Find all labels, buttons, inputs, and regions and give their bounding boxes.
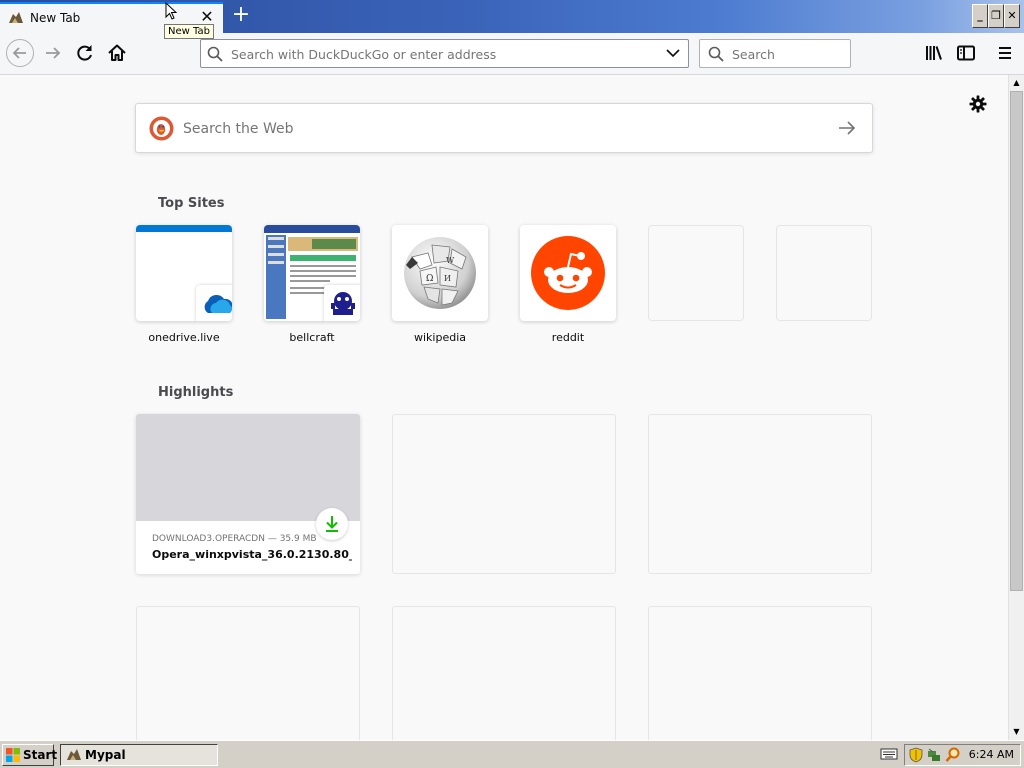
site-tile[interactable] (520, 225, 616, 321)
site-tile[interactable] (136, 225, 232, 321)
top-site-empty (776, 225, 872, 321)
hamburger-menu-icon[interactable] (993, 41, 1017, 65)
minimize-button[interactable]: _ (972, 4, 988, 28)
highlight-card-empty (648, 414, 872, 574)
svg-text:W: W (446, 256, 455, 265)
keyboard-icon[interactable] (880, 747, 898, 761)
start-button[interactable]: Start (2, 744, 58, 766)
onedrive-icon (204, 295, 232, 313)
top-site-onedrive[interactable]: onedrive.live (136, 225, 232, 344)
gear-icon[interactable] (968, 94, 988, 114)
scroll-up-icon[interactable]: ▲ (1009, 75, 1024, 91)
library-icon[interactable] (922, 41, 946, 65)
back-arrow-icon (12, 47, 26, 59)
network-icon[interactable] (927, 747, 941, 763)
search-bar[interactable] (699, 39, 851, 68)
duckduckgo-logo-icon (149, 116, 174, 141)
highlight-meta: DOWNLOAD3.OPERACDN — 35.9 MB (152, 534, 317, 544)
new-tab-button[interactable]: + (230, 4, 252, 27)
top-site-reddit[interactable]: reddit (520, 225, 616, 344)
download-icon (326, 516, 338, 532)
home-icon[interactable] (105, 41, 129, 65)
bellcraft-favicon-icon (331, 292, 355, 315)
top-site-bellcraft[interactable]: bellcraft (264, 225, 360, 344)
highlight-preview (136, 414, 360, 521)
back-button[interactable] (6, 39, 34, 67)
highlight-card-empty (392, 414, 616, 574)
web-search-input[interactable] (183, 119, 803, 139)
windows-logo-icon (6, 748, 20, 762)
mypal-favicon-icon (67, 749, 81, 760)
tab-tooltip: New Tab (164, 24, 214, 39)
top-site-wikipedia[interactable]: Ω W И wikipedia (392, 225, 488, 344)
search-icon (207, 46, 223, 62)
wikipedia-icon: Ω W И (404, 237, 476, 309)
site-tile[interactable] (264, 225, 360, 321)
shield-icon[interactable] (909, 747, 923, 763)
search-input[interactable] (732, 45, 842, 63)
reload-icon[interactable] (73, 41, 97, 65)
highlight-card-empty (136, 606, 360, 740)
highlight-card-empty (648, 606, 872, 740)
scroll-down-icon[interactable]: ▼ (1009, 724, 1024, 740)
restore-button[interactable]: ❐ (988, 4, 1004, 28)
clock: 6:24 AM (968, 748, 1014, 761)
sidebar-icon[interactable] (954, 41, 978, 65)
svg-text:И: И (444, 274, 451, 283)
highlight-card-download[interactable]: DOWNLOAD3.OPERACDN — 35.9 MB Opera_winxp… (136, 414, 360, 574)
web-search-box[interactable] (135, 103, 873, 153)
close-window-button[interactable]: ✕ (1004, 4, 1020, 28)
mouse-cursor-icon (165, 2, 177, 20)
arrow-right-icon[interactable] (838, 120, 856, 136)
chevron-down-icon[interactable] (666, 48, 680, 58)
site-label: reddit (551, 331, 585, 344)
task-label: Mypal (85, 748, 126, 762)
tab-title: New Tab (30, 11, 81, 25)
close-tab-icon[interactable]: ✕ (199, 9, 215, 25)
title-bar: New Tab ✕ + _ ❐ ✕ (0, 0, 1024, 33)
taskbar: Start Mypal 6:24 AM (0, 740, 1024, 768)
new-tab-page: Top Sites onedrive.live (0, 75, 1008, 740)
url-bar[interactable] (200, 39, 689, 68)
svg-text:Ω: Ω (426, 274, 433, 284)
site-label: wikipedia (413, 331, 466, 344)
highlight-card-empty (392, 606, 616, 740)
url-input[interactable] (231, 45, 651, 63)
reddit-icon (531, 236, 605, 310)
empty-site-tile (648, 225, 744, 321)
download-badge (316, 508, 348, 540)
mypal-favicon-icon (9, 12, 23, 23)
magnifier-tray-icon[interactable] (945, 747, 961, 763)
forward-arrow-icon[interactable] (41, 41, 65, 65)
highlights-heading: Highlights (158, 385, 234, 400)
top-sites-heading: Top Sites (158, 196, 225, 211)
top-site-empty (648, 225, 744, 321)
site-label: onedrive.live (148, 331, 220, 344)
vertical-scrollbar[interactable]: ▲ ▼ (1008, 75, 1024, 740)
nav-toolbar (0, 33, 1024, 75)
taskbar-app-mypal[interactable]: Mypal (60, 744, 218, 766)
empty-site-tile (776, 225, 872, 321)
scroll-thumb[interactable] (1010, 91, 1023, 591)
system-tray: 6:24 AM (904, 744, 1021, 766)
highlight-filename: Opera_winxpvista_36.0.2130.80_... (152, 548, 352, 561)
start-label: Start (23, 748, 58, 762)
site-tile[interactable]: Ω W И (392, 225, 488, 321)
site-label: bellcraft (289, 331, 335, 344)
search-icon (708, 46, 724, 62)
